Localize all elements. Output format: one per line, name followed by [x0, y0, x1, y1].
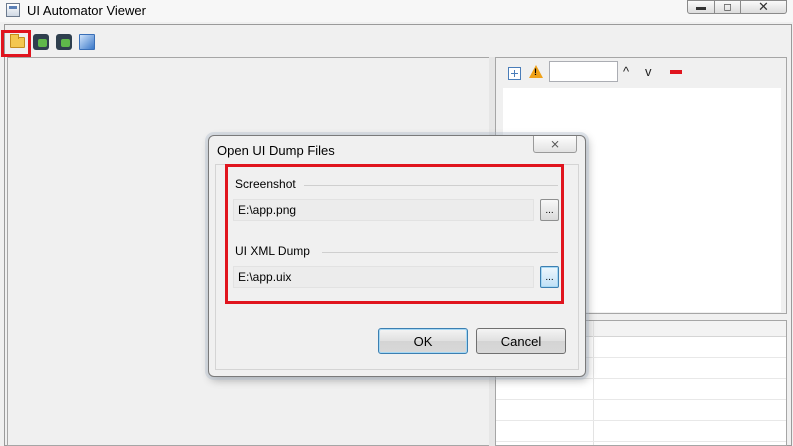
expand-all-icon[interactable]	[508, 67, 521, 80]
device-screenshot-compressed-icon[interactable]	[56, 34, 72, 50]
maximize-icon: ◻	[723, 1, 732, 13]
close-button[interactable]: ✕	[741, 0, 787, 14]
open-button-highlight	[1, 30, 31, 57]
device-screenshot-icon[interactable]	[33, 34, 49, 50]
table-row	[496, 399, 786, 400]
minimize-icon: ▬	[696, 1, 706, 13]
node-search-input[interactable]	[549, 61, 618, 82]
input-fields-highlight	[225, 164, 564, 304]
chevron-down-icon[interactable]: v	[645, 64, 652, 79]
minimize-button[interactable]: ▬	[687, 0, 715, 14]
maximize-button[interactable]: ◻	[715, 0, 741, 14]
table-row	[496, 420, 786, 421]
remove-icon[interactable]	[670, 70, 682, 74]
window-controls: ▬ ◻ ✕	[687, 0, 787, 14]
dialog-title: Open UI Dump Files	[217, 143, 335, 158]
table-column-divider	[593, 321, 594, 445]
table-row	[496, 441, 786, 442]
title-bar: UI Automator Viewer ▬ ◻ ✕	[0, 0, 793, 22]
window-title: UI Automator Viewer	[27, 3, 146, 18]
ok-button[interactable]: OK	[378, 328, 468, 354]
cancel-button[interactable]: Cancel	[476, 328, 566, 354]
save-icon[interactable]	[79, 34, 95, 50]
app-window-icon	[6, 3, 20, 17]
warning-icon[interactable]	[529, 65, 543, 78]
chevron-up-icon[interactable]: ^	[623, 64, 629, 79]
dialog-close-button[interactable]: ⨯	[533, 136, 577, 153]
close-icon: ⨯	[549, 137, 561, 151]
close-icon: ✕	[758, 0, 769, 14]
table-row	[496, 378, 786, 379]
